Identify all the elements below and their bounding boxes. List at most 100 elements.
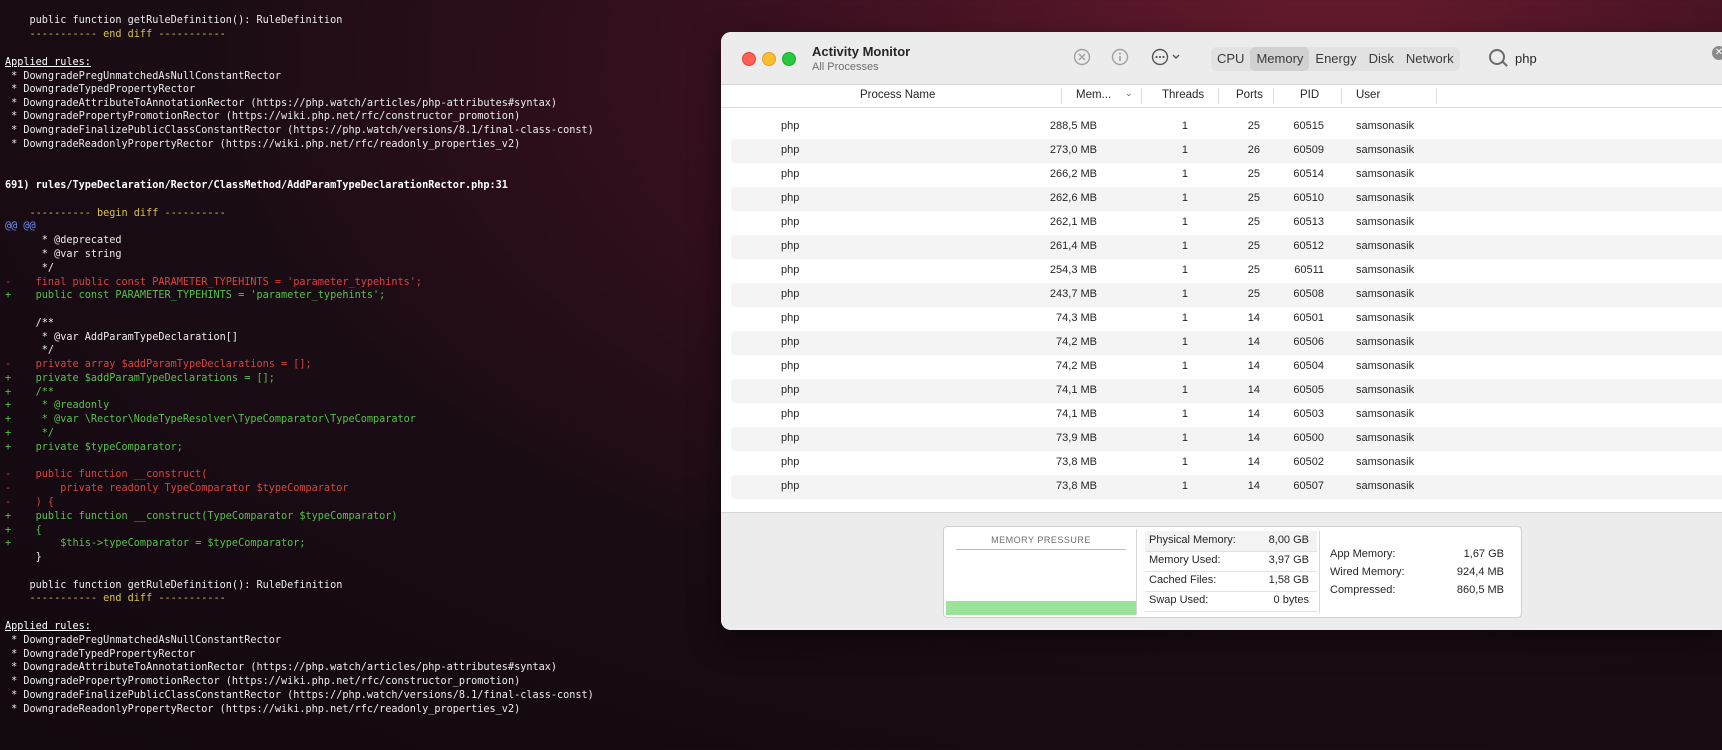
cell-user: samsonasik [1356, 240, 1415, 252]
table-row[interactable]: php 266,2 MB 1 25 60514 samsonasik [731, 163, 1722, 187]
cell-ports: 25 [1247, 264, 1260, 276]
memory-pressure-graph: MEMORY PRESSURE [946, 529, 1137, 615]
cell-mem: 266,2 MB [1049, 168, 1097, 180]
cell-ports: 14 [1247, 408, 1260, 420]
cell-ports: 14 [1247, 480, 1260, 492]
col-threads[interactable]: Threads [1162, 89, 1204, 101]
col-user[interactable]: User [1356, 89, 1380, 101]
memory-footer: MEMORY PRESSURE Physical Memory: 8,00 GB M… [721, 512, 1722, 630]
terminal-line: public function getRuleDefinition(): Rul… [5, 15, 343, 26]
cell-mem: 74,1 MB [1056, 384, 1097, 396]
cell-ports: 26 [1247, 144, 1260, 156]
table-row[interactable]: php 73,8 MB 1 14 60502 samsonasik [731, 451, 1722, 475]
terminal-line: public function getRuleDefinition(): Rul… [5, 580, 343, 591]
cell-pid: 60502 [1293, 456, 1324, 468]
table-row[interactable]: php 262,6 MB 1 25 60510 samsonasik [731, 187, 1722, 211]
col-pid[interactable]: PID [1300, 89, 1319, 101]
cell-name: php [781, 360, 800, 372]
terminal-line: + private $addParamTypeDeclarations = []… [5, 373, 275, 384]
cell-name: php [781, 312, 800, 324]
table-row[interactable]: php 74,1 MB 1 14 60503 samsonasik [731, 403, 1722, 427]
tab-network[interactable]: Network [1400, 47, 1460, 71]
cell-name: php [781, 144, 800, 156]
cell-name: php [781, 264, 800, 276]
column-divider [1061, 88, 1062, 104]
tab-memory[interactable]: Memory [1250, 47, 1310, 71]
close-window-button[interactable] [742, 52, 756, 66]
cell-ports: 14 [1247, 336, 1260, 348]
more-actions-icon[interactable] [1151, 48, 1187, 68]
cell-pid: 60515 [1293, 120, 1324, 132]
cell-mem: 262,6 MB [1049, 192, 1097, 204]
cell-threads: 1 [1181, 288, 1188, 300]
search-input[interactable] [1513, 50, 1697, 67]
table-row[interactable]: php 262,1 MB 1 25 60513 samsonasik [731, 211, 1722, 235]
table-row[interactable]: php 254,3 MB 1 25 60511 samsonasik [731, 259, 1722, 283]
cell-name: php [781, 336, 800, 348]
table-row[interactable]: php 74,1 MB 1 14 60505 samsonasik [731, 379, 1722, 403]
terminal-line: * DowngradePregUnmatchedAsNullConstantRe… [5, 635, 282, 646]
cell-ports: 14 [1247, 456, 1260, 468]
table-row[interactable]: php 273,0 MB 1 26 60509 samsonasik [731, 139, 1722, 163]
cell-ports: 25 [1247, 168, 1260, 180]
cell-name: php [781, 120, 800, 132]
terminal-line: * DowngradePregUnmatchedAsNullConstantRe… [5, 71, 282, 82]
tab-energy[interactable]: Energy [1309, 47, 1362, 71]
terminal-line: Applied rules: [5, 621, 91, 632]
cell-name: php [781, 456, 800, 468]
breakdown-value: 860,5 MB [1456, 584, 1504, 596]
breakdown-value: 924,4 MB [1456, 566, 1504, 578]
clear-search-icon[interactable]: ✕ [1712, 46, 1722, 60]
minimize-window-button[interactable] [762, 52, 776, 66]
memory-pressure-fill [946, 601, 1136, 615]
terminal-output[interactable]: public function getRuleDefinition(): Rul… [0, 0, 720, 750]
table-row[interactable]: php 288,5 MB 1 25 60515 samsonasik [731, 115, 1722, 139]
cell-threads: 1 [1181, 480, 1188, 492]
divider [956, 549, 1126, 550]
search-field[interactable] [1481, 46, 1722, 72]
terminal-line: ----------- end diff ----------- [5, 29, 226, 40]
cell-name: php [781, 216, 800, 228]
col-ports[interactable]: Ports [1236, 89, 1263, 101]
zoom-window-button[interactable] [782, 52, 796, 66]
terminal-line: - public function __construct( [5, 469, 208, 480]
tab-disk[interactable]: Disk [1363, 47, 1400, 71]
memory-summary: MEMORY PRESSURE Physical Memory: 8,00 GB M… [943, 526, 1522, 618]
cell-mem: 74,1 MB [1056, 408, 1097, 420]
cell-user: samsonasik [1356, 144, 1415, 156]
table-row[interactable]: php 74,2 MB 1 14 60506 samsonasik [731, 331, 1722, 355]
col-process-name[interactable]: Process Name [860, 89, 935, 101]
table-row[interactable]: php 74,2 MB 1 14 60504 samsonasik [731, 355, 1722, 379]
info-icon[interactable] [1109, 48, 1131, 68]
terminal-line: + * @readonly [5, 400, 110, 411]
col-memory[interactable]: Mem... [1076, 89, 1111, 101]
window-subtitle: All Processes [812, 61, 879, 73]
search-icon [1489, 49, 1505, 65]
stop-process-icon[interactable] [1071, 48, 1093, 68]
table-row[interactable]: php58,9 MB11460498samsonasik [731, 499, 1722, 500]
table-row[interactable]: php 243,7 MB 1 25 60508 samsonasik [731, 283, 1722, 307]
table-row[interactable]: php 74,3 MB 1 14 60501 samsonasik [731, 307, 1722, 331]
table-row[interactable]: php 261,4 MB 1 25 60512 samsonasik [731, 235, 1722, 259]
cell-ports: 25 [1247, 120, 1260, 132]
cell-pid: 60500 [1293, 432, 1324, 444]
cell-name: php [781, 408, 800, 420]
terminal-line: * DowngradeFinalizePublicClassConstantRe… [5, 125, 594, 136]
cell-threads: 1 [1181, 360, 1188, 372]
tab-cpu[interactable]: CPU [1211, 47, 1250, 71]
cell-mem: 73,8 MB [1056, 480, 1097, 492]
cell-mem: 254,3 MB [1049, 264, 1097, 276]
terminal-line: @@ @@ [5, 221, 36, 232]
process-table: php 288,5 MB 1 25 60515 samsonasik php 273,0 MB… [731, 115, 1722, 500]
table-row[interactable]: php 73,9 MB 1 14 60500 samsonasik [731, 427, 1722, 451]
cell-name: php [781, 288, 800, 300]
cell-user: samsonasik [1356, 432, 1415, 444]
cell-user: samsonasik [1356, 336, 1415, 348]
cell-threads: 1 [1181, 216, 1188, 228]
memory-stat-row: Memory Used: 3,97 GB [1145, 551, 1317, 572]
table-row[interactable]: php 73,8 MB 1 14 60507 samsonasik [731, 475, 1722, 499]
memory-stat-row: Cached Files: 1,58 GB [1145, 571, 1317, 592]
tab-bar: CPU Memory Energy Disk Network [1211, 47, 1460, 71]
cell-threads: 1 [1181, 240, 1188, 252]
cell-ports: 14 [1247, 432, 1260, 444]
